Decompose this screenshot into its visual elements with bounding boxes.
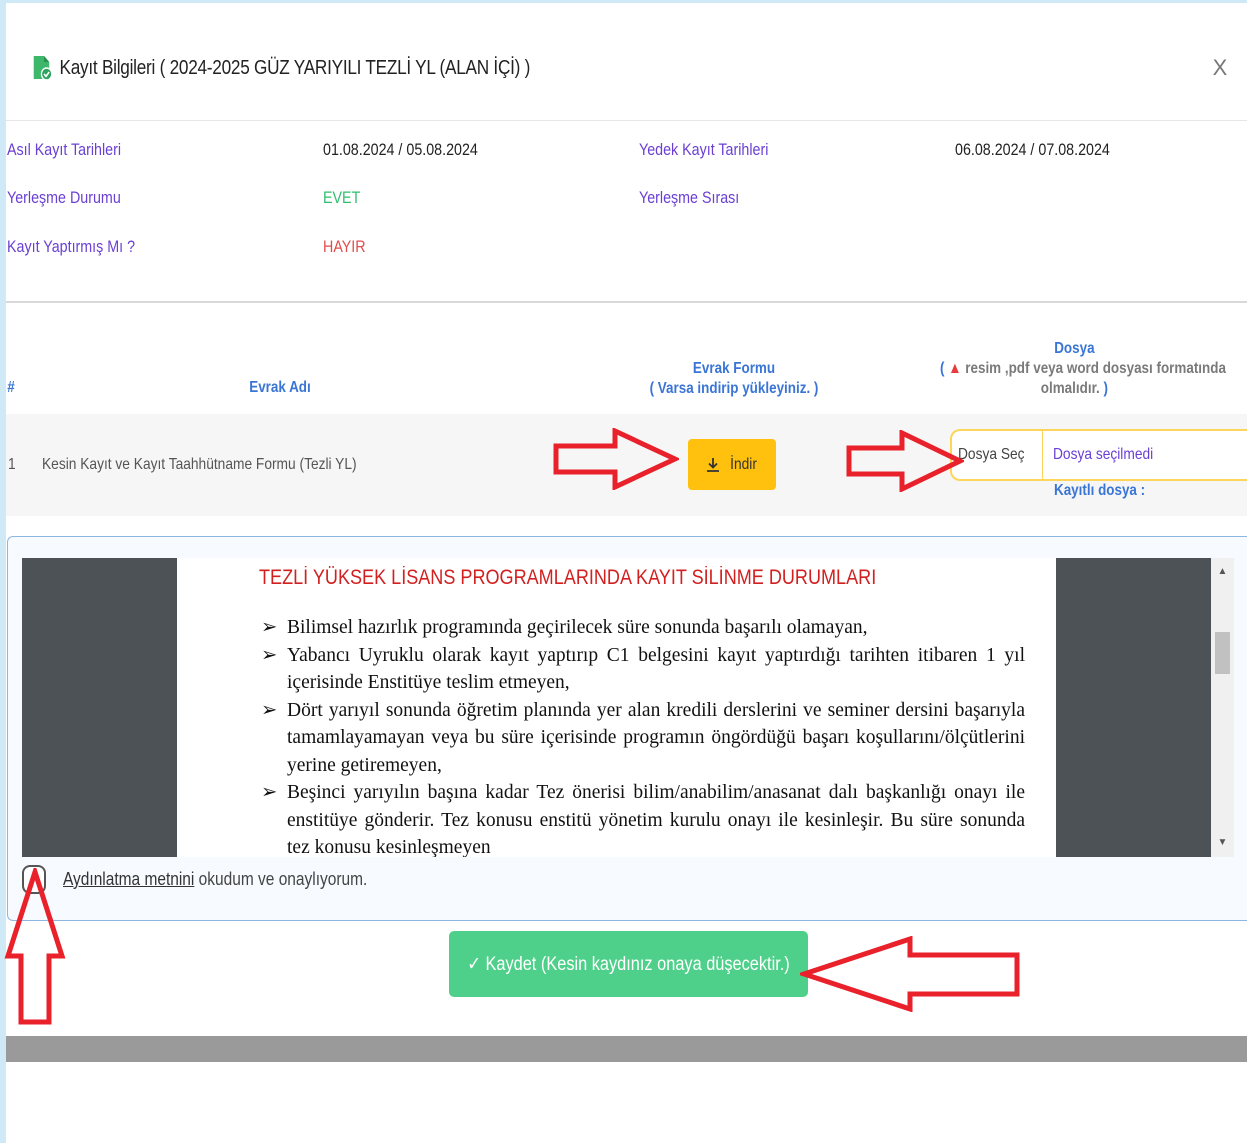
row-num: 1 (8, 456, 16, 473)
kayit-yaptirmis-label: Kayıt Yaptırmış Mı ? (7, 237, 136, 256)
pdf-item-text: Dört yarıyıl sonunda öğretim planında ye… (287, 699, 1025, 776)
col-form-header: Evrak Formu ( Varsa indirip yükleyiniz. … (621, 359, 846, 399)
pdf-list-item: ➢ Yabancı Uyruklu olarak kayıt yaptırıp C… (259, 642, 1025, 697)
warning-icon: ▲ (948, 360, 962, 377)
arrow-left-icon (800, 936, 1020, 1012)
modal-footer-bar (6, 1036, 1247, 1062)
col-file-hint-2: olmalıdır. (1040, 380, 1100, 397)
file-check-icon (33, 56, 53, 81)
pdf-item-text: Beşinci yarıyılın başına kadar Tez öneri… (287, 782, 1025, 857)
pdf-page: TEZLİ YÜKSEK LİSANS PROGRAMLARINDA KAYIT… (177, 558, 1056, 857)
bullet-icon: ➢ (261, 782, 278, 803)
yedek-kayit-value: 06.08.2024 / 07.08.2024 (955, 140, 1110, 159)
pdf-list-item: ➢ Dört yarıyıl sonunda öğretim planında y… (259, 697, 1025, 780)
col-name-header: Evrak Adı (249, 379, 311, 396)
bullet-icon: ➢ (261, 644, 278, 666)
info-divider (6, 301, 1247, 303)
selected-file-name: Dosya seçilmedi (1043, 446, 1169, 464)
col-file-paren-open: ( (940, 360, 945, 377)
pdf-viewer[interactable]: TEZLİ YÜKSEK LİSANS PROGRAMLARINDA KAYIT… (22, 558, 1234, 857)
col-form-title: Evrak Formu (692, 360, 776, 377)
download-icon (707, 457, 720, 472)
window-frame-top (0, 0, 1247, 3)
col-file-hint: resim ,pdf veya word dosyası formatında (965, 360, 1226, 377)
download-button[interactable]: İndir (688, 439, 776, 490)
arrow-right-icon (553, 428, 679, 490)
bullet-icon: ➢ (261, 617, 278, 638)
yerlesme-sirasi-label: Yerleşme Sırası (639, 188, 740, 207)
pdf-list: ➢ Bilimsel hazırlık programında geçirilec… (259, 614, 1025, 857)
pdf-list-item: ➢ Beşinci yarıyılın başına kadar Tez öner… (259, 779, 1025, 857)
col-form-hint: ( Varsa indirip yükleyiniz. ) (649, 380, 819, 397)
pdf-item-text: Bilimsel hazırlık programında geçirilece… (287, 617, 868, 638)
yerlesme-durumu-value: EVET (323, 188, 361, 207)
pdf-item-text: Yabancı Uyruklu olarak kayıt yaptırıp C1… (287, 644, 1025, 694)
no-file-text: Dosya seçilmedi (1053, 446, 1154, 463)
consent-text: Aydınlatma metnini okudum ve onaylıyorum… (63, 869, 367, 890)
col-file-header: Dosya ( ▲ resim ,pdf veya word dosyası f… (940, 339, 1226, 399)
download-button-label: İndir (730, 455, 758, 473)
save-button-label: ✓ Kaydet (Kesin kaydınız onaya düşecekti… (467, 953, 790, 975)
consent-link[interactable]: Aydınlatma metnini (63, 869, 194, 889)
choose-file-label: Dosya Seç (958, 446, 1025, 463)
saved-file-label: Kayıtlı dosya : (1054, 482, 1146, 499)
file-input[interactable]: Dosya Seç Dosya seçilmedi (950, 429, 1247, 481)
pdf-scrollbar[interactable]: ▲ ▼ (1211, 558, 1234, 857)
bullet-icon: ➢ (261, 699, 278, 721)
yedek-kayit-label: Yedek Kayıt Tarihleri (639, 140, 769, 159)
scroll-up-icon[interactable]: ▲ (1211, 562, 1234, 582)
asil-kayit-value: 01.08.2024 / 05.08.2024 (323, 140, 478, 159)
pdf-list-item: ➢ Bilimsel hazırlık programında geçirilec… (259, 614, 1025, 642)
scroll-thumb[interactable] (1215, 632, 1230, 674)
col-num-header: # (7, 379, 15, 396)
col-file-title: Dosya (1054, 340, 1095, 357)
modal-title: Kayıt Bilgileri ( 2024-2025 GÜZ YARIYILI… (32, 52, 530, 84)
close-button[interactable]: X (1209, 56, 1231, 80)
modal-title-text: Kayıt Bilgileri ( 2024-2025 GÜZ YARIYILI… (59, 56, 531, 79)
arrow-right-icon (846, 430, 964, 492)
col-file-paren-close: ) (1103, 380, 1109, 397)
save-button[interactable]: ✓ Kaydet (Kesin kaydınız onaya düşecekti… (449, 931, 808, 997)
yerlesme-durumu-label: Yerleşme Durumu (7, 188, 121, 207)
scroll-down-icon[interactable]: ▼ (1211, 833, 1234, 853)
arrow-up-icon (4, 868, 66, 1025)
asil-kayit-label: Asıl Kayıt Tarihleri (7, 140, 122, 159)
choose-file-button[interactable]: Dosya Seç (952, 431, 1043, 479)
header-divider (6, 120, 1247, 121)
consent-rest: okudum ve onaylıyorum. (194, 869, 368, 889)
kayit-yaptirmis-value: HAYIR (323, 237, 366, 256)
pdf-title: TEZLİ YÜKSEK LİSANS PROGRAMLARINDA KAYIT… (259, 566, 877, 589)
row-document-name: Kesin Kayıt ve Kayıt Taahhütname Formu (… (42, 456, 357, 473)
